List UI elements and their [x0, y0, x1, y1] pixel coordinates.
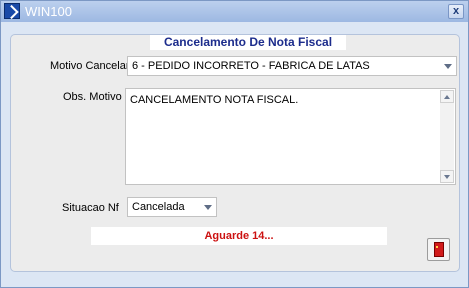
chevron-down-icon[interactable] [444, 64, 452, 69]
chevron-down-icon[interactable] [204, 205, 212, 210]
scroll-down-icon[interactable] [440, 170, 454, 183]
obs-motivo-textarea[interactable]: CANCELAMENTO NOTA FISCAL. [125, 88, 456, 185]
obs-motivo-label: Obs. Motivo [63, 91, 122, 103]
situacao-label: Situacao Nf [62, 202, 119, 214]
vertical-scrollbar[interactable] [440, 90, 454, 183]
window-title: WIN100 [25, 4, 72, 19]
close-button[interactable]: x [448, 4, 464, 19]
scroll-up-icon[interactable] [440, 90, 454, 103]
motivo-select[interactable]: 6 - PEDIDO INCORRETO - FABRICA DE LATAS [127, 56, 457, 76]
form-panel: Cancelamento De Nota Fiscal Motivo Cance… [10, 34, 460, 272]
status-message: Aguarde 14... [91, 227, 387, 245]
door-knob [436, 246, 438, 248]
obs-motivo-value: CANCELAMENTO NOTA FISCAL. [130, 94, 299, 106]
app-window: WIN100 x Cancelamento De Nota Fiscal Mot… [0, 0, 469, 288]
app-icon [4, 3, 20, 19]
form-header: Cancelamento De Nota Fiscal [150, 35, 346, 50]
exit-door-icon [434, 242, 444, 257]
close-icon: x [452, 5, 460, 17]
situacao-select[interactable]: Cancelada [127, 197, 217, 217]
exit-button[interactable] [427, 238, 450, 261]
motivo-label: Motivo Cancelamento [50, 60, 129, 72]
title-bar[interactable]: WIN100 x [1, 1, 468, 22]
motivo-value: 6 - PEDIDO INCORRETO - FABRICA DE LATAS [132, 60, 370, 72]
situacao-value: Cancelada [132, 201, 185, 213]
